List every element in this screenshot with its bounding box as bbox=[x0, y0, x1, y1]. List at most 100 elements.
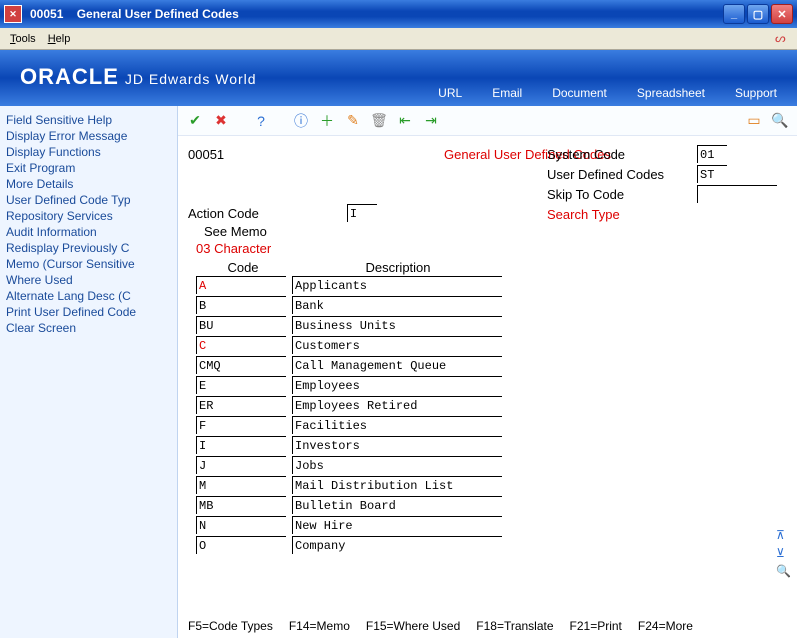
grid-body bbox=[188, 275, 787, 555]
cell-code[interactable] bbox=[196, 456, 286, 474]
table-row bbox=[188, 415, 787, 435]
info-icon[interactable]: ⓘ bbox=[290, 110, 312, 132]
add-icon[interactable]: ＋ bbox=[316, 110, 338, 132]
sidebar-item-4[interactable]: More Details bbox=[4, 176, 173, 192]
window-title-text: General User Defined Codes bbox=[77, 7, 239, 21]
form-area: 00051 General User Defined Codes System … bbox=[178, 136, 797, 614]
cell-code[interactable] bbox=[196, 376, 286, 394]
footer-item-3: F18=Translate bbox=[476, 619, 553, 633]
cell-desc[interactable] bbox=[292, 456, 502, 474]
next-icon[interactable]: ⇥ bbox=[420, 110, 442, 132]
sidebar-item-2[interactable]: Display Functions bbox=[4, 144, 173, 160]
edit-icon[interactable]: ✎ bbox=[342, 110, 364, 132]
sidebar-item-0[interactable]: Field Sensitive Help bbox=[4, 112, 173, 128]
sidebar-item-6[interactable]: Repository Services bbox=[4, 208, 173, 224]
input-udc[interactable] bbox=[697, 165, 727, 183]
input-system-code[interactable] bbox=[697, 145, 727, 163]
link-document[interactable]: Document bbox=[552, 86, 607, 100]
cell-desc[interactable] bbox=[292, 476, 502, 494]
table-row bbox=[188, 275, 787, 295]
cell-code[interactable] bbox=[196, 496, 286, 514]
table-row bbox=[188, 375, 787, 395]
sidebar-item-13[interactable]: Clear Screen bbox=[4, 320, 173, 336]
prev-icon[interactable]: ⇤ bbox=[394, 110, 416, 132]
cell-code[interactable] bbox=[196, 396, 286, 414]
search-icon[interactable]: 🔍 bbox=[769, 110, 791, 132]
cell-desc[interactable] bbox=[292, 276, 502, 294]
cell-code[interactable] bbox=[196, 416, 286, 434]
grid-header: Code Description bbox=[188, 260, 787, 275]
cell-code[interactable] bbox=[196, 476, 286, 494]
link-spreadsheet[interactable]: Spreadsheet bbox=[637, 86, 705, 100]
sidebar-item-8[interactable]: Redisplay Previously C bbox=[4, 240, 173, 256]
window-title: 00051 General User Defined Codes bbox=[26, 7, 723, 21]
screen-id: 00051 bbox=[188, 147, 268, 162]
table-row bbox=[188, 435, 787, 455]
table-row bbox=[188, 335, 787, 355]
scroll-up-icon[interactable]: ⊼ bbox=[776, 528, 791, 542]
link-support[interactable]: Support bbox=[735, 86, 777, 100]
footer: F5=Code Types F14=Memo F15=Where Used F18=T… bbox=[178, 614, 797, 638]
cell-desc[interactable] bbox=[292, 296, 502, 314]
menu-help[interactable]: Help bbox=[42, 31, 77, 47]
banner: ORACLEJD Edwards World URL Email Documen… bbox=[0, 50, 797, 106]
ok-icon[interactable]: ✔ bbox=[184, 110, 206, 132]
content-area: ✔ ✖ ? ⓘ ＋ ✎ 🗑 ⇤ ⇥ ▭ 🔍 00051 General User… bbox=[178, 106, 797, 638]
cell-desc[interactable] bbox=[292, 436, 502, 454]
cell-desc[interactable] bbox=[292, 396, 502, 414]
cell-desc[interactable] bbox=[292, 416, 502, 434]
help-icon[interactable]: ? bbox=[250, 110, 272, 132]
sidebar-item-12[interactable]: Print User Defined Code bbox=[4, 304, 173, 320]
cell-desc[interactable] bbox=[292, 376, 502, 394]
cell-code[interactable] bbox=[196, 356, 286, 374]
sidebar-item-11[interactable]: Alternate Lang Desc (C bbox=[4, 288, 173, 304]
cell-code[interactable] bbox=[196, 336, 286, 354]
sidebar-item-9[interactable]: Memo (Cursor Sensitive bbox=[4, 256, 173, 272]
cell-code[interactable] bbox=[196, 516, 286, 534]
input-skip-to-code[interactable] bbox=[697, 185, 777, 203]
cell-desc[interactable] bbox=[292, 316, 502, 334]
cell-desc[interactable] bbox=[292, 356, 502, 374]
label-see-memo: See Memo bbox=[204, 224, 787, 239]
footer-item-0: F5=Code Types bbox=[188, 619, 273, 633]
delete-icon[interactable]: 🗑 bbox=[368, 110, 390, 132]
menu-bar: Tools Help ᔕ bbox=[0, 28, 797, 50]
cancel-icon[interactable]: ✖ bbox=[210, 110, 232, 132]
table-row bbox=[188, 455, 787, 475]
cell-desc[interactable] bbox=[292, 496, 502, 514]
cell-code[interactable] bbox=[196, 296, 286, 314]
link-email[interactable]: Email bbox=[492, 86, 522, 100]
label-action-code: Action Code bbox=[188, 206, 259, 221]
input-action-code[interactable] bbox=[347, 204, 377, 222]
table-row bbox=[188, 315, 787, 335]
sidebar-item-7[interactable]: Audit Information bbox=[4, 224, 173, 240]
window-id: 00051 bbox=[30, 7, 63, 21]
menu-tools[interactable]: Tools bbox=[4, 31, 42, 47]
sidebar-item-5[interactable]: User Defined Code Typ bbox=[4, 192, 173, 208]
cell-code[interactable] bbox=[196, 316, 286, 334]
link-url[interactable]: URL bbox=[438, 86, 462, 100]
minimize-button[interactable]: _ bbox=[723, 4, 745, 24]
zoom-icon[interactable]: 🔍 bbox=[776, 564, 791, 578]
label-search-type: Search Type bbox=[547, 207, 697, 222]
corner-icon: ᔕ bbox=[775, 31, 791, 47]
sidebar-item-3[interactable]: Exit Program bbox=[4, 160, 173, 176]
table-row bbox=[188, 355, 787, 375]
cell-desc[interactable] bbox=[292, 516, 502, 534]
nav-icons: ⊼ ⊻ 🔍 bbox=[776, 528, 791, 578]
right-fields: System Code User Defined Codes Skip To C… bbox=[547, 144, 777, 224]
footer-item-2: F15=Where Used bbox=[366, 619, 460, 633]
note-icon[interactable]: ▭ bbox=[743, 110, 765, 132]
cell-code[interactable] bbox=[196, 276, 286, 294]
footer-item-1: F14=Memo bbox=[289, 619, 350, 633]
cell-code[interactable] bbox=[196, 436, 286, 454]
sidebar-item-1[interactable]: Display Error Message bbox=[4, 128, 173, 144]
table-row bbox=[188, 515, 787, 535]
cell-code[interactable] bbox=[196, 536, 286, 554]
scroll-down-icon[interactable]: ⊻ bbox=[776, 546, 791, 560]
close-button[interactable]: ✕ bbox=[771, 4, 793, 24]
sidebar-item-10[interactable]: Where Used bbox=[4, 272, 173, 288]
cell-desc[interactable] bbox=[292, 336, 502, 354]
maximize-button[interactable]: ▢ bbox=[747, 4, 769, 24]
cell-desc[interactable] bbox=[292, 536, 502, 554]
